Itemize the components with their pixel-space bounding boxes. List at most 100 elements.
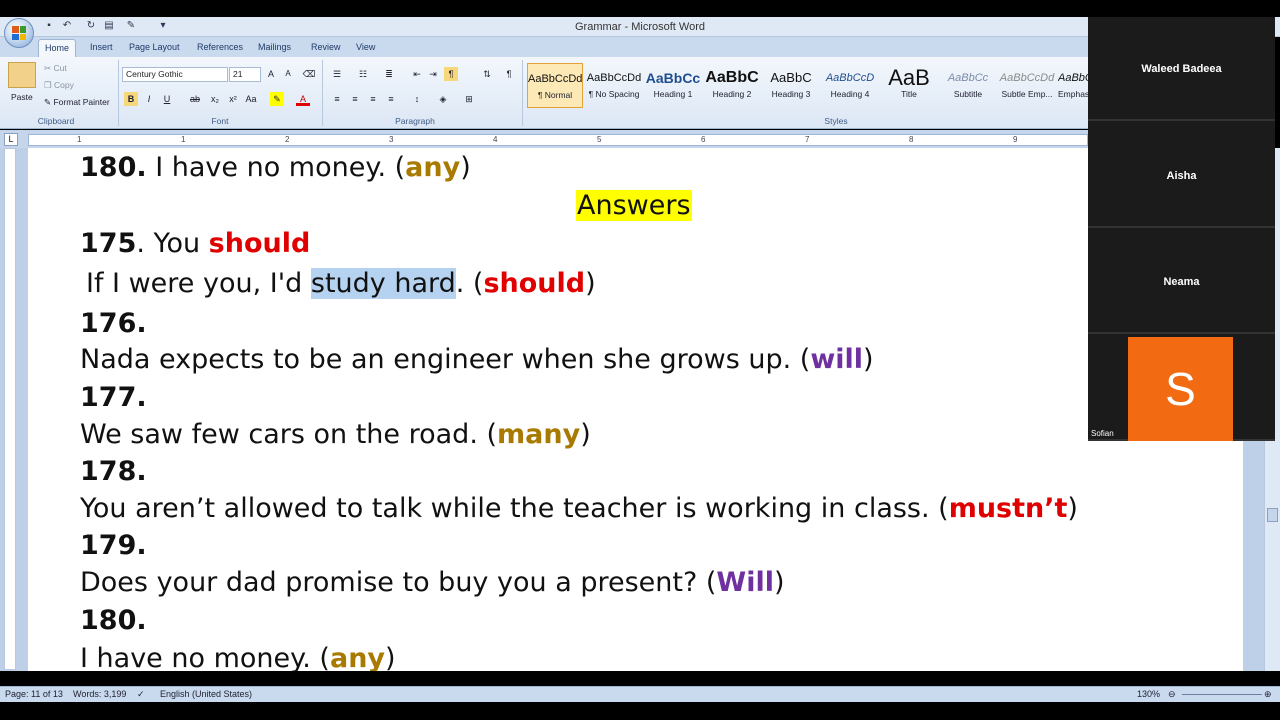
show-marks-icon[interactable]: ¶ (502, 67, 516, 81)
italic-icon[interactable]: I (142, 92, 156, 106)
page-count[interactable]: Page: 11 of 13 (5, 689, 63, 699)
style-preview: AaBbCcD (825, 72, 875, 84)
underline-icon[interactable]: U (160, 92, 174, 106)
decrease-indent-icon[interactable]: ⇤ (410, 67, 424, 81)
doc-line: 180. I have no money. (any) (80, 152, 471, 183)
zoom-slider[interactable] (1182, 694, 1262, 695)
tab-home[interactable]: Home (38, 39, 77, 57)
zoom-in-icon[interactable]: ⊕ (1264, 689, 1272, 700)
zoom-out-icon[interactable]: ⊖ (1168, 689, 1176, 700)
answer-keyword: many (497, 419, 581, 450)
ruler-number: 3 (389, 135, 394, 144)
font-color-icon[interactable]: A (296, 92, 310, 106)
copy-button[interactable]: ❐ Copy (44, 80, 74, 91)
style-heading-1[interactable]: AaBbCc Heading 1 (645, 63, 701, 108)
style-normal[interactable]: AaBbCcDd ¶ Normal (527, 63, 583, 108)
style-heading-4[interactable]: AaBbCcD Heading 4 (822, 63, 878, 108)
participant-tile[interactable]: Aisha (1088, 124, 1275, 228)
style-preview: AaBbC (705, 69, 759, 86)
subscript-icon[interactable]: x₂ (208, 92, 222, 106)
align-left-icon[interactable]: ≡ (330, 92, 344, 106)
tab-mailings[interactable]: Mailings (252, 39, 297, 57)
clear-formatting-icon[interactable]: ⌫ (302, 67, 316, 81)
language-indicator[interactable]: English (United States) (160, 689, 252, 699)
line-text: ) (580, 419, 591, 450)
office-button[interactable] (4, 18, 34, 48)
participant-name: Waleed Badeea (1141, 63, 1222, 75)
line-spacing-icon[interactable]: ↕ (410, 92, 424, 106)
change-case-icon[interactable]: Aa (244, 92, 258, 106)
scroll-thumb[interactable] (1267, 508, 1278, 522)
selected-text[interactable]: study hard (310, 268, 456, 299)
document-page[interactable]: 180. I have no money. (any) Answers 175.… (28, 148, 1243, 671)
item-number: 177. (80, 382, 147, 413)
numbering-icon[interactable]: ☷ (356, 67, 370, 81)
answer-keyword: will (810, 344, 864, 375)
style-heading-3[interactable]: AaBbC Heading 3 (763, 63, 819, 108)
undo-icon[interactable]: ↶ (62, 20, 72, 34)
answers-heading: Answers (576, 190, 692, 221)
format-painter-button[interactable]: ✎ Format Painter (44, 97, 110, 108)
clipboard-group-label: Clipboard (37, 116, 75, 126)
item-number: 179. (80, 530, 147, 561)
superscript-icon[interactable]: x² (226, 92, 240, 106)
style-subtle-emphasis[interactable]: AaBbCcDd Subtle Emp... (999, 63, 1055, 108)
shading-icon[interactable]: ◈ (436, 92, 450, 106)
bullets-icon[interactable]: ☰ (330, 67, 344, 81)
participant-tile[interactable]: Neama (1088, 230, 1275, 334)
participant-name: Neama (1163, 276, 1200, 288)
format-painter-qat-icon[interactable]: ✎ (126, 20, 136, 34)
rtl-icon[interactable]: ¶ (444, 67, 458, 81)
grow-font-icon[interactable]: A (264, 67, 278, 81)
print-icon[interactable]: ▤ (104, 20, 114, 34)
style-emphasis[interactable]: AaBbCcD Emphasis (1058, 63, 1088, 108)
participant-tile[interactable]: S Sofian (1088, 337, 1275, 441)
multilevel-list-icon[interactable]: ≣ (382, 67, 396, 81)
word-count[interactable]: Words: 3,199 (73, 689, 126, 699)
style-name: Emphasis (1058, 89, 1088, 99)
tab-review[interactable]: Review (305, 39, 347, 57)
justify-icon[interactable]: ≡ (384, 92, 398, 106)
participant-name: Sofian (1091, 429, 1114, 438)
style-heading-2[interactable]: AaBbC Heading 2 (704, 63, 760, 108)
horizontal-ruler[interactable]: 1 1 2 3 4 5 6 7 8 9 (28, 134, 1088, 146)
tab-view[interactable]: View (350, 39, 381, 57)
align-center-icon[interactable]: ≡ (348, 92, 362, 106)
line-text: Nada expects to be an engineer when she … (80, 344, 811, 375)
style-title[interactable]: AaB Title (881, 63, 937, 108)
status-bar: Page: 11 of 13 Words: 3,199 ✓ English (U… (0, 686, 1280, 702)
item-number: 178. (80, 456, 147, 487)
highlight-icon[interactable]: ✎ (270, 92, 284, 106)
line-text: You aren’t allowed to talk while the tea… (80, 493, 949, 524)
bold-icon[interactable]: B (124, 92, 138, 106)
doc-line: I have no money. (any) (80, 643, 396, 671)
proofing-icon[interactable]: ✓ (137, 689, 145, 700)
save-icon[interactable]: ▪ (44, 20, 54, 34)
style-preview: AaBbC (770, 70, 812, 85)
tab-page-layout[interactable]: Page Layout (123, 39, 186, 57)
answer-keyword: should (483, 268, 586, 299)
customize-qat-icon[interactable]: ▾ (158, 20, 168, 34)
borders-icon[interactable]: ⊞ (462, 92, 476, 106)
strikethrough-icon[interactable]: ab (188, 92, 202, 106)
tab-selector[interactable]: L (4, 133, 18, 146)
line-text: ) (773, 567, 785, 598)
zoom-level[interactable]: 130% (1137, 689, 1160, 699)
tab-insert[interactable]: Insert (84, 39, 119, 57)
font-size-combo[interactable]: 21 (229, 67, 261, 82)
style-no-spacing[interactable]: AaBbCcDd ¶ No Spacing (586, 63, 642, 108)
participant-tile[interactable]: Waleed Badeea (1088, 17, 1275, 121)
shrink-font-icon[interactable]: A (281, 67, 295, 81)
cut-label: Cut (53, 63, 67, 73)
cut-button[interactable]: ✂ Cut (44, 63, 67, 74)
font-name-combo[interactable]: Century Gothic (122, 67, 228, 82)
style-subtitle[interactable]: AaBbCc Subtitle (940, 63, 996, 108)
tab-references[interactable]: References (191, 39, 249, 57)
sort-icon[interactable]: ⇅ (480, 67, 494, 81)
increase-indent-icon[interactable]: ⇥ (426, 67, 440, 81)
align-right-icon[interactable]: ≡ (366, 92, 380, 106)
redo-icon[interactable]: ↻ (86, 20, 96, 34)
doc-line: You aren’t allowed to talk while the tea… (80, 493, 1078, 524)
paste-button[interactable]: Paste (11, 92, 33, 102)
ruler-number: 5 (597, 135, 602, 144)
